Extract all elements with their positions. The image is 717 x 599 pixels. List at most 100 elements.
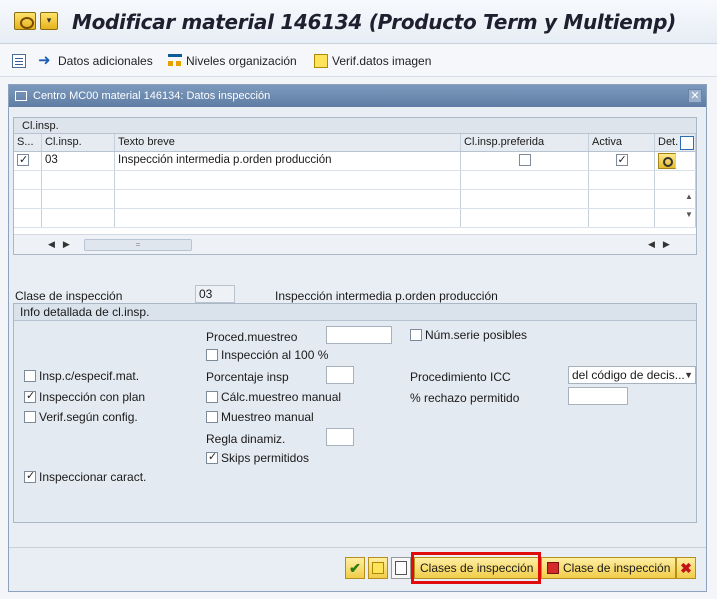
new-document-icon xyxy=(395,561,407,575)
document-button[interactable] xyxy=(12,52,30,70)
insp-especif-label: Insp.c/especif.mat. xyxy=(39,369,140,383)
clase-inspeccion-label: Clase de inspección xyxy=(15,289,123,303)
regla-label: Regla dinamiz. xyxy=(206,432,286,446)
niveles-organizacion-button[interactable]: Niveles organización xyxy=(168,52,297,70)
info-detallada-group: Info detallada de cl.insp. Proced.muestr… xyxy=(13,303,697,523)
application-toolbar: ➜ Datos adicionales Niveles organización… xyxy=(0,45,717,77)
confirm-check-icon: ✔ xyxy=(349,559,361,576)
inspeccionar-label: Inspeccionar caract. xyxy=(39,470,147,484)
rechazo-label: % rechazo permitido xyxy=(410,391,520,405)
activa-checkbox[interactable] xyxy=(615,152,628,169)
new-document-button[interactable] xyxy=(391,557,411,579)
group-title: Info detallada de cl.insp. xyxy=(14,304,696,321)
column-header-select[interactable]: S... xyxy=(14,134,42,151)
activa-cell[interactable] xyxy=(589,152,655,170)
sap-session-icon[interactable] xyxy=(14,12,36,30)
verify-icon xyxy=(372,562,384,574)
clase-inspeccion-description: Inspección intermedia p.orden producción xyxy=(275,289,498,303)
muestreo-manual-check[interactable] xyxy=(206,411,218,423)
muestreo-manual-label: Muestreo manual xyxy=(221,410,314,424)
column-header-texto-breve[interactable]: Texto breve xyxy=(115,134,461,151)
confirm-button[interactable]: ✔ xyxy=(345,557,365,579)
cancel-icon: ✖ xyxy=(680,559,692,576)
muestreo-manual-checkbox[interactable]: Muestreo manual xyxy=(206,410,314,424)
table-title: Cl.insp. xyxy=(14,118,696,134)
num-serie-checkbox[interactable]: Núm.serie posibles xyxy=(410,328,527,342)
proced-muestreo-field[interactable] xyxy=(326,326,392,344)
skips-label: Skips permitidos xyxy=(221,451,310,465)
inspeccionar-check[interactable] xyxy=(24,469,36,483)
row-select-checkbox[interactable] xyxy=(17,152,29,169)
procedimiento-icc-label: Procedimiento ICC xyxy=(410,370,511,384)
table-row[interactable] xyxy=(14,190,696,209)
verif-datos-imagen-button[interactable]: Verif.datos imagen xyxy=(314,52,431,70)
org-levels-icon xyxy=(168,54,182,68)
insp-100-checkbox[interactable]: Inspección al 100 % xyxy=(206,348,328,362)
dialog-footer: ✔ Clases de inspección Clase de inspecci… xyxy=(9,547,706,591)
preferida-checkbox[interactable] xyxy=(518,153,531,166)
insp-plan-label: Inspección con plan xyxy=(39,390,146,404)
document-icon xyxy=(12,54,26,68)
chevron-down-icon[interactable]: ▼ xyxy=(684,367,693,383)
detail-magnifier-icon[interactable] xyxy=(658,153,676,169)
niveles-organizacion-label: Niveles organización xyxy=(186,54,297,68)
delete-icon xyxy=(547,562,559,574)
clase-inspeccion-button[interactable]: Clase de inspección xyxy=(541,557,677,579)
num-serie-check[interactable] xyxy=(410,329,422,341)
dialog-window-icon xyxy=(15,91,27,101)
horizontal-scrollbar[interactable]: ◀▶ = ◀▶ xyxy=(14,234,696,254)
verify-button[interactable] xyxy=(368,557,388,579)
verif-datos-imagen-label: Verif.datos imagen xyxy=(332,54,432,68)
skips-check[interactable] xyxy=(206,450,218,464)
insp-especif-checkbox[interactable]: Insp.c/especif.mat. xyxy=(24,369,139,383)
datos-adicionales-button[interactable]: ➜ Datos adicionales xyxy=(38,52,153,70)
insp-plan-checkbox[interactable]: Inspección con plan xyxy=(24,389,146,404)
verify-icon xyxy=(314,54,328,68)
procedimiento-icc-select[interactable]: del código de decis... ▼ xyxy=(568,366,696,384)
inspection-types-table: Cl.insp. S... Cl.insp. Texto breve Cl.in… xyxy=(13,117,697,255)
scroll-thumb[interactable]: = xyxy=(84,239,192,251)
column-header-preferida[interactable]: Cl.insp.preferida xyxy=(461,134,589,151)
rechazo-field[interactable] xyxy=(568,387,628,405)
calc-muestreo-checkbox[interactable]: Cálc.muestreo manual xyxy=(206,390,341,404)
proced-muestreo-label: Proced.muestreo xyxy=(206,330,298,344)
table-row[interactable]: 03 Inspección intermedia p.orden producc… xyxy=(14,152,696,171)
arrow-right-icon: ➜ xyxy=(38,52,51,69)
highlight-box xyxy=(411,552,541,584)
dropdown-icon[interactable]: ▾ xyxy=(40,12,58,30)
datos-adicionales-label: Datos adicionales xyxy=(58,54,153,68)
calc-muestreo-label: Cálc.muestreo manual xyxy=(221,390,342,404)
table-settings-icon[interactable] xyxy=(680,136,694,150)
texto-breve-cell[interactable]: Inspección intermedia p.orden producción xyxy=(115,152,461,170)
close-icon[interactable]: ✕ xyxy=(688,89,702,103)
clase-inspeccion-field[interactable]: 03 xyxy=(195,285,235,303)
row-select-cell[interactable] xyxy=(14,152,42,170)
insp-plan-check[interactable] xyxy=(24,389,36,403)
cl-insp-cell[interactable]: 03 xyxy=(42,152,115,170)
insp-especif-check[interactable] xyxy=(24,370,36,382)
insp-100-check[interactable] xyxy=(206,349,218,361)
calc-muestreo-check[interactable] xyxy=(206,391,218,403)
porcentaje-field[interactable] xyxy=(326,366,354,384)
regla-field[interactable] xyxy=(326,428,354,446)
vertical-scrollbar[interactable]: ▲ ▼ xyxy=(683,192,695,236)
verif-config-checkbox[interactable]: Verif.según config. xyxy=(24,410,138,424)
scroll-left-right-icon[interactable]: ◀▶ xyxy=(48,239,78,250)
dialog-title: Centro MC00 material 146134: Datos inspe… xyxy=(33,90,271,102)
dialog-header: Centro MC00 material 146134: Datos inspe… xyxy=(9,85,706,107)
table-header: S... Cl.insp. Texto breve Cl.insp.prefer… xyxy=(14,134,696,152)
det-cell[interactable] xyxy=(655,152,696,170)
verif-config-check[interactable] xyxy=(24,411,36,423)
num-serie-label: Núm.serie posibles xyxy=(425,328,528,342)
column-header-cl-insp[interactable]: Cl.insp. xyxy=(42,134,115,151)
table-row[interactable] xyxy=(14,171,696,190)
skips-checkbox[interactable]: Skips permitidos xyxy=(206,450,310,465)
cancel-button[interactable]: ✖ xyxy=(676,557,696,579)
table-row[interactable] xyxy=(14,209,696,228)
clase-inspeccion-btn-label: Clase de inspección xyxy=(563,561,671,575)
scroll-right-arrows-icon[interactable]: ◀▶ xyxy=(648,239,678,250)
column-header-activa[interactable]: Activa xyxy=(589,134,655,151)
verif-config-label: Verif.según config. xyxy=(39,410,138,424)
inspeccionar-checkbox[interactable]: Inspeccionar caract. xyxy=(24,469,147,484)
preferida-cell[interactable] xyxy=(461,152,589,170)
